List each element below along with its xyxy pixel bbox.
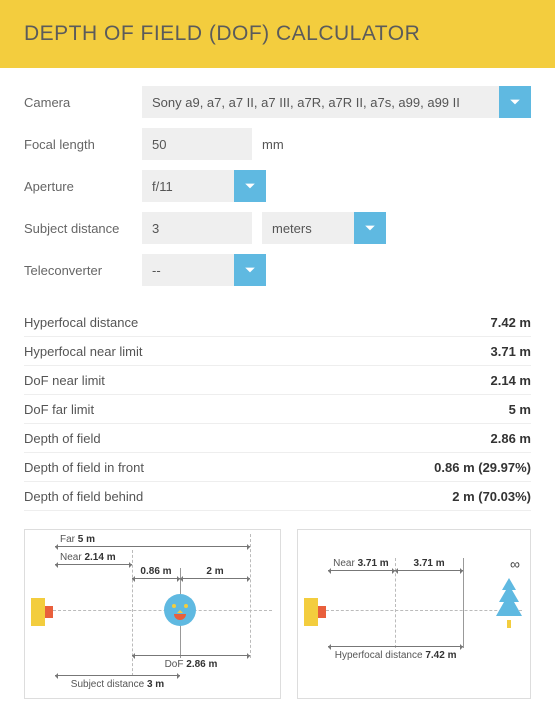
chevron-down-icon xyxy=(244,264,256,276)
focal-unit: mm xyxy=(262,137,284,152)
result-key: Depth of field in front xyxy=(24,460,144,475)
distance-label: Subject distance xyxy=(24,221,142,236)
aperture-dropdown-button[interactable] xyxy=(234,170,266,202)
result-value: 2.86 m xyxy=(491,431,531,446)
camera-label: Camera xyxy=(24,95,142,110)
tree-icon xyxy=(494,578,524,628)
result-row: DoF near limit 2.14 m xyxy=(24,366,531,395)
dof-arrow: DoF 2.86 m xyxy=(132,655,250,656)
focal-input[interactable] xyxy=(142,128,252,160)
distance-unit-select[interactable] xyxy=(262,212,386,244)
result-value: 3.71 m xyxy=(491,344,531,359)
diagrams: Far 5 m Near 2.14 m 0.86 m 2 m DoF 2.86 … xyxy=(0,511,555,711)
row-teleconverter: Teleconverter xyxy=(24,254,531,286)
distance-unit-value[interactable] xyxy=(262,212,354,244)
aperture-value[interactable] xyxy=(142,170,234,202)
optical-axis xyxy=(53,610,272,611)
result-key: Depth of field xyxy=(24,431,101,446)
camera-select[interactable] xyxy=(142,86,531,118)
behind-arrow: 2 m xyxy=(180,578,250,579)
distance-unit-dropdown-button[interactable] xyxy=(354,212,386,244)
result-value: 0.86 m (29.97%) xyxy=(434,460,531,475)
tele-label: Teleconverter xyxy=(24,263,142,278)
chevron-down-icon xyxy=(364,222,376,234)
camera-icon xyxy=(31,598,53,626)
result-value: 2.14 m xyxy=(491,373,531,388)
chevron-down-icon xyxy=(244,180,256,192)
result-value: 2 m (70.03%) xyxy=(452,489,531,504)
optical-axis xyxy=(326,610,522,611)
diagram-hyperfocal: Near 3.71 m 3.71 m ∞ Hyperfocal distance… xyxy=(297,529,531,699)
row-camera: Camera xyxy=(24,86,531,118)
results-table: Hyperfocal distance 7.42 m Hyperfocal nea… xyxy=(0,304,555,511)
tele-select[interactable] xyxy=(142,254,266,286)
camera-icon xyxy=(304,598,326,626)
hyper-near-arrow: Near 3.71 m xyxy=(328,570,395,571)
result-key: Hyperfocal near limit xyxy=(24,344,143,359)
near-arrow: Near 2.14 m xyxy=(55,564,132,565)
camera-value[interactable] xyxy=(142,86,499,118)
result-row: DoF far limit 5 m xyxy=(24,395,531,424)
focal-label: Focal length xyxy=(24,137,142,152)
subject-distance-arrow: Subject distance 3 m xyxy=(55,675,180,676)
result-key: DoF far limit xyxy=(24,402,94,417)
far-arrow: Far 5 m xyxy=(55,546,250,547)
result-value: 5 m xyxy=(509,402,531,417)
infinity-symbol: ∞ xyxy=(510,556,520,572)
result-row: Hyperfocal distance 7.42 m xyxy=(24,308,531,337)
result-key: Hyperfocal distance xyxy=(24,315,138,330)
page-title: DEPTH OF FIELD (DOF) CALCULATOR xyxy=(24,22,531,46)
dof-form: Camera Focal length mm Aperture Subject … xyxy=(0,68,555,304)
page-header: DEPTH OF FIELD (DOF) CALCULATOR xyxy=(0,0,555,68)
aperture-label: Aperture xyxy=(24,179,142,194)
result-row: Depth of field in front 0.86 m (29.97%) xyxy=(24,453,531,482)
camera-dropdown-button[interactable] xyxy=(499,86,531,118)
subject-icon xyxy=(164,594,196,626)
tele-value[interactable] xyxy=(142,254,234,286)
front-arrow: 0.86 m xyxy=(132,578,180,579)
hyperfocal-arrow: Hyperfocal distance 7.42 m xyxy=(328,646,463,647)
result-key: DoF near limit xyxy=(24,373,105,388)
result-value: 7.42 m xyxy=(491,315,531,330)
row-focal-length: Focal length mm xyxy=(24,128,531,160)
row-aperture: Aperture xyxy=(24,170,531,202)
hyper-half-arrow: 3.71 m xyxy=(395,570,463,571)
chevron-down-icon xyxy=(509,96,521,108)
result-row: Depth of field 2.86 m xyxy=(24,424,531,453)
far-line xyxy=(250,534,251,658)
distance-input[interactable] xyxy=(142,212,252,244)
result-row: Depth of field behind 2 m (70.03%) xyxy=(24,482,531,511)
row-subject-distance: Subject distance xyxy=(24,212,531,244)
result-key: Depth of field behind xyxy=(24,489,143,504)
diagram-dof: Far 5 m Near 2.14 m 0.86 m 2 m DoF 2.86 … xyxy=(24,529,281,699)
result-row: Hyperfocal near limit 3.71 m xyxy=(24,337,531,366)
tele-dropdown-button[interactable] xyxy=(234,254,266,286)
aperture-select[interactable] xyxy=(142,170,266,202)
